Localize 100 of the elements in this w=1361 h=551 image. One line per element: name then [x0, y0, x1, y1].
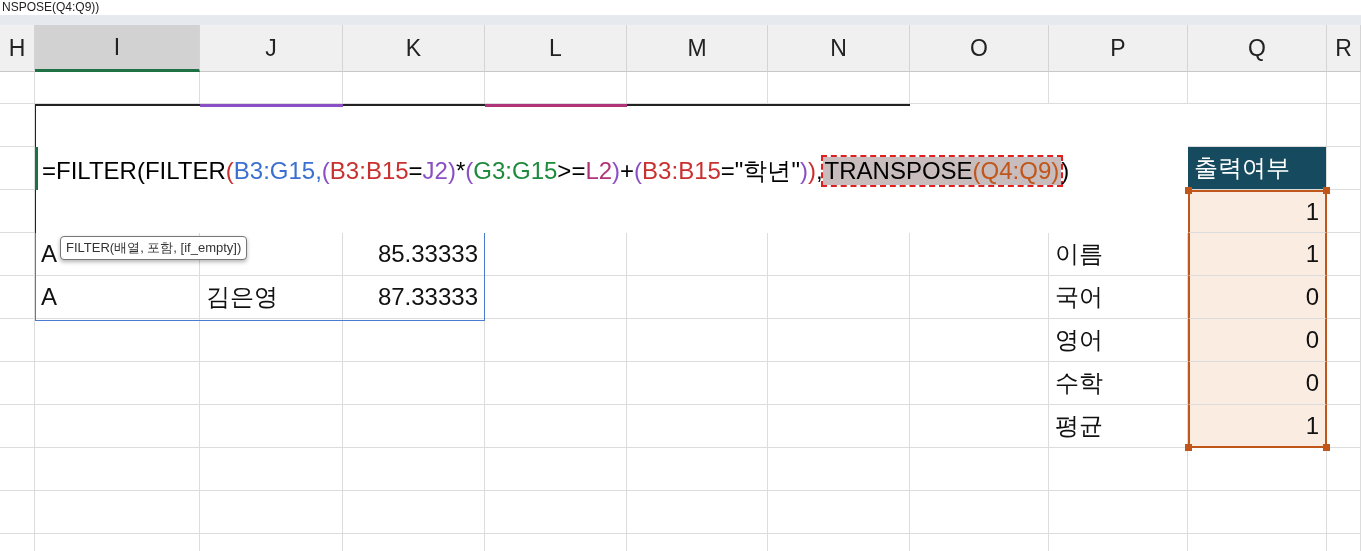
grid-cell[interactable]: [1327, 276, 1361, 319]
cell: 1: [1188, 233, 1327, 276]
grid-cell[interactable]: [910, 448, 1049, 491]
formula-token: ): [447, 157, 456, 185]
grid-cell[interactable]: [0, 276, 35, 319]
grid-cell[interactable]: [1188, 72, 1327, 104]
grid-cell[interactable]: [485, 448, 627, 491]
grid-cell[interactable]: [627, 362, 768, 405]
formula-token: ): [612, 157, 621, 185]
formula-token: ): [1061, 157, 1070, 185]
grid-cell[interactable]: [200, 448, 343, 491]
cell: 0: [1188, 276, 1327, 319]
grid-cell[interactable]: [910, 491, 1049, 534]
grid-cell[interactable]: [627, 276, 768, 319]
grid-cell[interactable]: [0, 362, 35, 405]
grid-cell[interactable]: [343, 362, 485, 405]
grid-cell[interactable]: [0, 491, 35, 534]
column-header[interactable]: J: [200, 25, 343, 72]
fill-handle[interactable]: [1323, 444, 1330, 451]
grid-cell[interactable]: [768, 319, 910, 362]
function-tooltip: FILTER(배열, 포함, [if_empty]): [60, 236, 248, 260]
column-header[interactable]: K: [343, 25, 485, 72]
grid-cell[interactable]: [485, 405, 627, 448]
grid-cell[interactable]: [0, 233, 35, 276]
selection-handle[interactable]: [1185, 444, 1192, 451]
formula-token: ,: [315, 157, 322, 185]
grid-cell[interactable]: [343, 405, 485, 448]
grid-cell[interactable]: [1188, 491, 1327, 534]
grid-cell[interactable]: [910, 319, 1049, 362]
grid-cell[interactable]: [0, 72, 35, 104]
grid-cell[interactable]: [1327, 104, 1361, 147]
formula-token: +: [620, 157, 635, 185]
formula-token: G3:G15: [473, 157, 558, 185]
cell: 1: [1188, 405, 1327, 448]
grid-cell[interactable]: [910, 276, 1049, 319]
grid-cell[interactable]: [485, 319, 627, 362]
formula-token: =FILTER(FILTER: [42, 157, 226, 185]
formula-token: (: [634, 157, 643, 185]
grid-cell[interactable]: [910, 362, 1049, 405]
grid-cell[interactable]: [485, 362, 627, 405]
grid-cell[interactable]: [768, 276, 910, 319]
cell-editor[interactable]: =FILTER(FILTER(B3:G15,(B3:B15=J2)*(G3:G15>=L2)+(B3:B15="학년")),TRANSPOSE(Q4:Q9)): [35, 104, 1188, 233]
grid-cell[interactable]: [0, 319, 35, 362]
formula-token: ): [807, 157, 816, 185]
grid-cell[interactable]: [768, 491, 910, 534]
formula-token: *: [455, 157, 466, 185]
grid-cell[interactable]: [200, 319, 343, 362]
grid-cell[interactable]: [485, 276, 627, 319]
grid-cell[interactable]: [1327, 233, 1361, 276]
grid-cell[interactable]: [1327, 319, 1361, 362]
grid-cell[interactable]: [627, 448, 768, 491]
grid-cell[interactable]: [343, 448, 485, 491]
cell: 0: [1188, 319, 1327, 362]
grid-cell[interactable]: [200, 491, 343, 534]
text-cursor: [35, 147, 38, 190]
grid-cell[interactable]: [627, 405, 768, 448]
formula-token: TRANSPOSE: [824, 157, 973, 184]
formula-token: (: [321, 157, 330, 185]
cell: 출력여부: [1188, 147, 1327, 190]
column-header[interactable]: H: [0, 25, 35, 72]
grid-cell[interactable]: [0, 448, 35, 491]
grid-cell[interactable]: [1327, 72, 1361, 104]
grid-cell[interactable]: [910, 405, 1049, 448]
grid-cell[interactable]: [200, 362, 343, 405]
grid-cell[interactable]: [627, 491, 768, 534]
grid-cell[interactable]: [343, 319, 485, 362]
formula-token: B3:B15: [642, 157, 721, 185]
formula-token: =: [408, 157, 423, 185]
grid-cell[interactable]: [485, 491, 627, 534]
column-header[interactable]: N: [768, 25, 910, 72]
grid-cell[interactable]: [768, 362, 910, 405]
grid-cell[interactable]: [35, 491, 200, 534]
column-header[interactable]: L: [485, 25, 627, 72]
selection-handle[interactable]: [1323, 187, 1330, 194]
grid-cell[interactable]: [627, 319, 768, 362]
column-header[interactable]: I: [35, 25, 200, 72]
grid-cell[interactable]: [1049, 491, 1188, 534]
formula-token: B3:G15: [233, 157, 316, 185]
grid-cell[interactable]: [35, 405, 200, 448]
grid-cell[interactable]: [200, 405, 343, 448]
grid-cell[interactable]: [343, 491, 485, 534]
grid-cell[interactable]: [35, 319, 200, 362]
grid-cell[interactable]: [1327, 491, 1361, 534]
column-header[interactable]: Q: [1188, 25, 1327, 72]
grid-cell[interactable]: [0, 405, 35, 448]
formula-token: L2: [585, 157, 613, 185]
column-header[interactable]: P: [1049, 25, 1188, 72]
grid-cell[interactable]: [1327, 362, 1361, 405]
grid-cell[interactable]: [768, 405, 910, 448]
column-header[interactable]: M: [627, 25, 768, 72]
formula-token: (: [225, 157, 234, 185]
selection-handle[interactable]: [1185, 187, 1192, 194]
formula-token: ,: [815, 157, 823, 185]
grid-cell[interactable]: [35, 362, 200, 405]
grid-cell[interactable]: [768, 448, 910, 491]
grid-cell[interactable]: [1049, 448, 1188, 491]
column-header[interactable]: O: [910, 25, 1049, 72]
cell: A: [35, 276, 200, 319]
column-header[interactable]: R: [1327, 25, 1361, 72]
grid-cell[interactable]: [35, 448, 200, 491]
